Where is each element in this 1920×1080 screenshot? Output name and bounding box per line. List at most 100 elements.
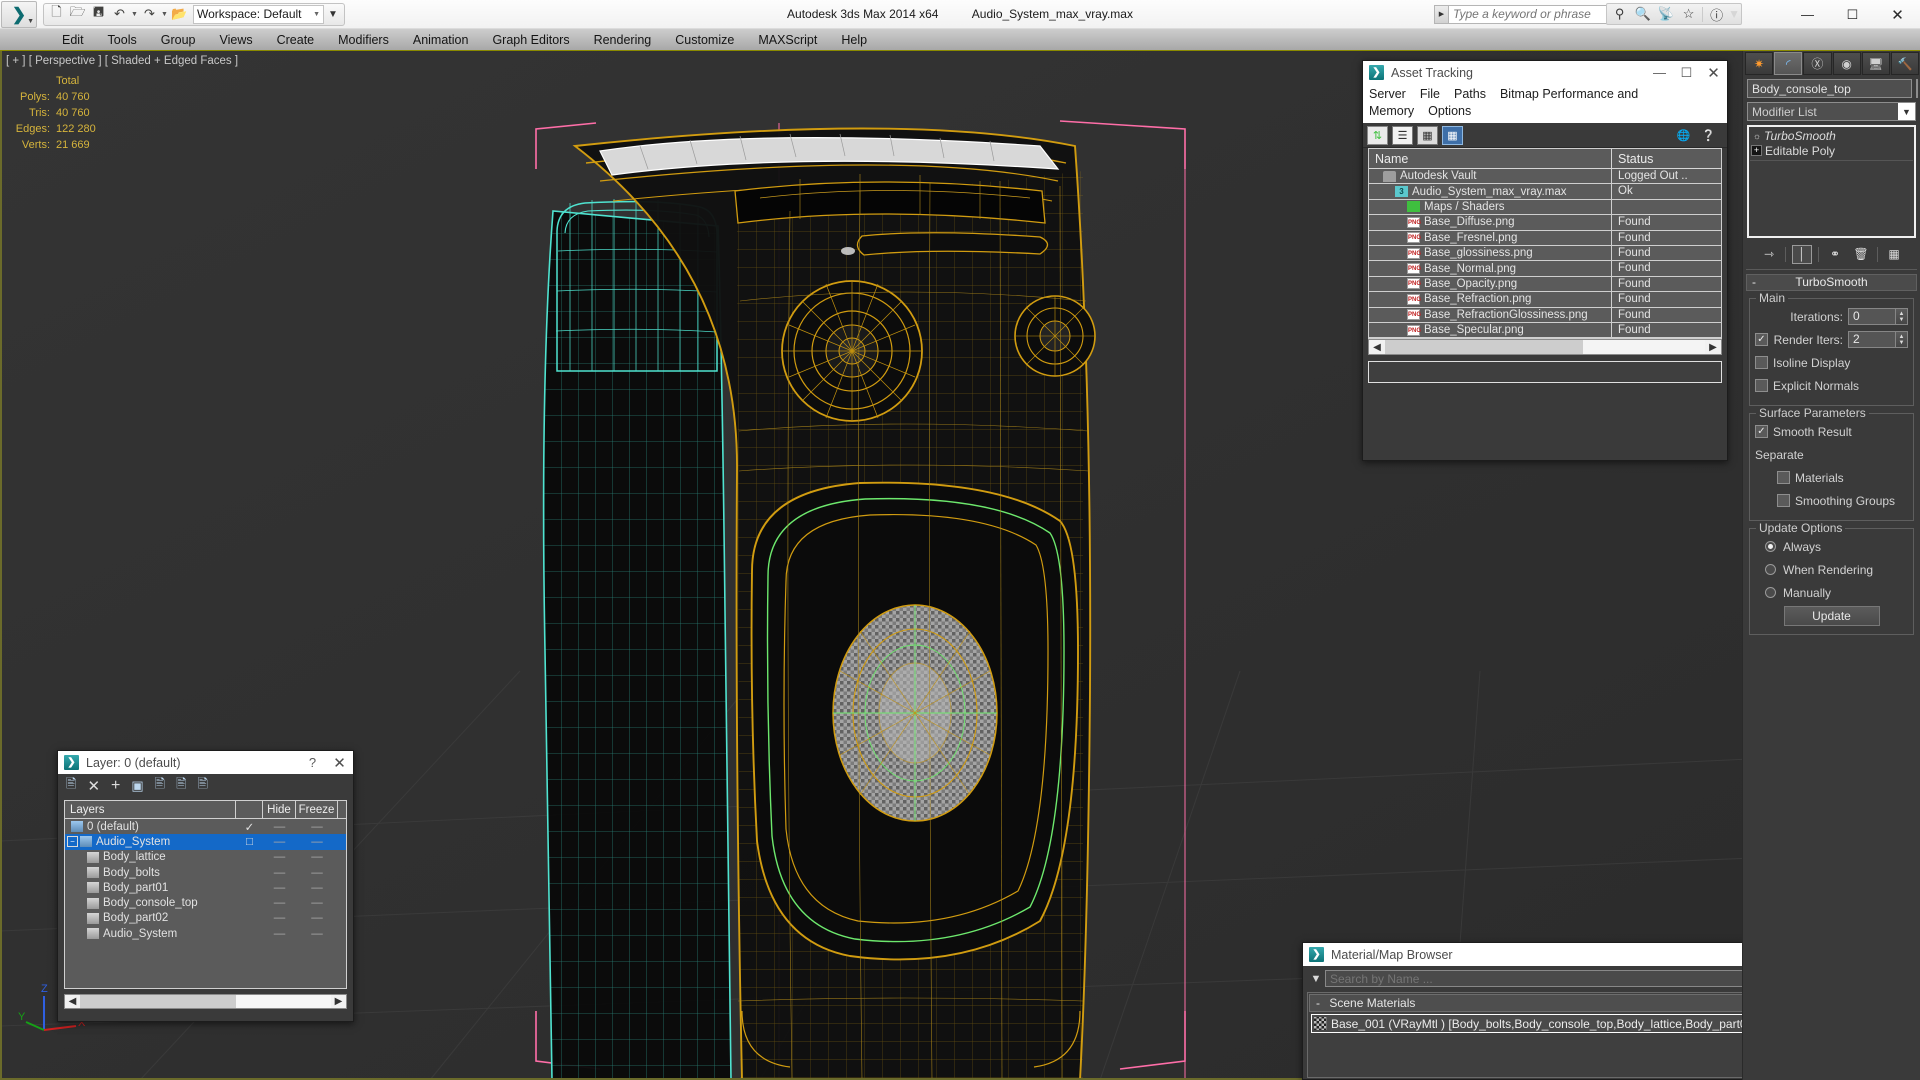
asset-menu-server[interactable]: Server (1369, 87, 1406, 101)
layer-row[interactable]: Audio_System — — (65, 926, 346, 941)
save-file-icon[interactable]: 🖪 (88, 4, 109, 24)
isoline-display-row[interactable]: Isoline Display (1755, 353, 1908, 372)
redo-dropdown-icon[interactable]: ▼ (160, 11, 169, 18)
always-radio[interactable] (1765, 541, 1776, 552)
materials-checkbox[interactable] (1777, 471, 1790, 484)
open-file-icon[interactable]: 🗁 (67, 4, 88, 24)
layer-freeze-toggle[interactable]: — (296, 882, 338, 894)
rollup-collapse-icon[interactable]: - (1752, 275, 1756, 290)
layer-freeze-toggle[interactable]: — (296, 912, 338, 924)
asset-row[interactable]: 3 Audio_System_max_vray.max Ok (1369, 184, 1721, 200)
search-dropdown-icon[interactable]: ▶ (1434, 4, 1448, 24)
layer-row[interactable]: Body_console_top — — (65, 895, 346, 910)
modifier-list-dropdown[interactable]: Modifier List ▼ (1747, 102, 1916, 121)
delete-layer-icon[interactable]: ✕ (87, 777, 100, 795)
layer-properties-icon[interactable]: 🖹 (198, 775, 208, 797)
asset-menu-options[interactable]: Options (1428, 104, 1471, 118)
modifier-stack-item-turbosmooth[interactable]: ☼ TurboSmooth (1750, 128, 1913, 143)
layer-hide-toggle[interactable]: — (263, 928, 296, 940)
asset-maximize-button[interactable]: ☐ (1673, 65, 1700, 81)
project-folder-icon[interactable]: 📂 (169, 4, 190, 24)
menu-item-create[interactable]: Create (265, 29, 327, 51)
make-unique-icon[interactable]: ⚭ (1825, 245, 1845, 264)
layer-row[interactable]: Body_lattice — — (65, 850, 346, 865)
layer-current-toggle[interactable]: □ (236, 836, 263, 848)
add-selection-icon[interactable]: + (111, 777, 120, 795)
layer-freeze-toggle[interactable]: — (296, 928, 338, 940)
menu-item-rendering[interactable]: Rendering (582, 29, 664, 51)
asset-minimize-button[interactable]: — (1646, 65, 1673, 80)
light-bulb-icon[interactable]: ☼ (1750, 131, 1764, 141)
modify-tab[interactable]: ◜ (1774, 52, 1803, 75)
configure-modifier-sets-icon[interactable]: ▦ (1884, 245, 1904, 264)
asset-row[interactable]: Maps / Shaders (1369, 199, 1721, 216)
menu-item-tools[interactable]: Tools (96, 29, 149, 51)
motion-tab[interactable]: ◉ (1832, 52, 1861, 75)
select-objects-in-layer-icon[interactable]: ▣ (131, 778, 143, 794)
spinner-arrows-icon[interactable]: ▲ ▼ (1896, 308, 1908, 325)
scroll-left-icon[interactable]: ◀ (1369, 342, 1385, 353)
iterations-spinner[interactable]: 0 ▲ ▼ (1848, 308, 1908, 325)
magnifier-icon[interactable]: 🔍 (1631, 5, 1654, 24)
asset-row[interactable]: PNG Base_Diffuse.png Found (1369, 215, 1721, 231)
always-radio-row[interactable]: Always (1755, 537, 1908, 556)
menu-item-graph-editors[interactable]: Graph Editors (480, 29, 581, 51)
close-button[interactable]: ✕ (1875, 0, 1920, 29)
redo-icon[interactable]: ↷ (139, 4, 160, 24)
rollup-header[interactable]: - TurboSmooth (1746, 274, 1917, 291)
asset-row[interactable]: PNG Base_RefractionGlossiness.png Found (1369, 307, 1721, 323)
column-header-status[interactable]: Status (1612, 149, 1721, 168)
layer-list-table[interactable]: Layers Hide Freeze 0 (default) ✓ — — − Audio_… (64, 800, 347, 989)
smoothing-groups-checkbox[interactable] (1777, 494, 1790, 507)
scroll-track[interactable] (1385, 340, 1705, 355)
help-icon[interactable]: ⓘ (1705, 5, 1728, 24)
menu-item-animation[interactable]: Animation (401, 29, 481, 51)
scroll-thumb[interactable] (80, 995, 236, 1008)
refresh-icon[interactable]: ⇅ (1367, 125, 1388, 145)
render-iters-spinner[interactable]: 2 ▲ ▼ (1848, 331, 1908, 348)
modifier-stack[interactable]: ☼ TurboSmooth + Editable Poly (1747, 125, 1916, 238)
asset-row[interactable]: Autodesk Vault Logged Out .. (1369, 169, 1721, 185)
asset-close-button[interactable]: ✕ (1700, 64, 1727, 82)
smoothing-groups-row[interactable]: Smoothing Groups (1755, 491, 1908, 510)
asset-tracking-table[interactable]: Name Status Autodesk Vault Logged Out .. 3… (1368, 148, 1722, 340)
list-view-icon[interactable]: ☰ (1392, 125, 1413, 145)
asset-menu-paths[interactable]: Paths (1454, 87, 1486, 101)
layer-freeze-toggle[interactable]: — (296, 821, 338, 833)
when-rendering-radio-row[interactable]: When Rendering (1755, 560, 1908, 579)
chevron-down-icon[interactable]: ▼ (1898, 103, 1915, 120)
app-logo-button[interactable]: ❯ ▼ (1, 0, 37, 28)
object-name-input[interactable] (1747, 79, 1912, 98)
grid-view-icon[interactable]: ▦ (1442, 125, 1463, 145)
column-header-hide[interactable]: Hide (263, 801, 296, 818)
render-iters-checkbox[interactable]: ✓ (1755, 333, 1768, 346)
menu-item-help[interactable]: Help (829, 29, 879, 51)
layer-current-toggle[interactable]: ✓ (236, 820, 263, 834)
minimize-button[interactable]: — (1785, 0, 1830, 29)
isoline-display-checkbox[interactable] (1755, 356, 1768, 369)
layer-row[interactable]: Body_part02 — — (65, 911, 346, 926)
layer-manager-window[interactable]: ❯ Layer: 0 (default) ? ✕ 🖹 ✕ + ▣ 🖹 🖹 🖹 L… (57, 750, 354, 1022)
utilities-tab[interactable]: 🔨 (1890, 52, 1920, 75)
expand-icon[interactable]: + (1751, 145, 1762, 156)
layer-hide-toggle[interactable]: — (263, 851, 296, 863)
column-header-freeze[interactable]: Freeze (296, 801, 338, 818)
asset-row[interactable]: PNG Base_Opacity.png Found (1369, 276, 1721, 293)
filter-dropdown-icon[interactable]: ▼ (1307, 973, 1325, 985)
smooth-result-row[interactable]: ✓ Smooth Result (1755, 422, 1908, 441)
detail-view-icon[interactable]: ▦ (1417, 125, 1438, 145)
pin-stack-icon[interactable]: ⇾ (1759, 245, 1779, 264)
workspace-selector[interactable]: Workspace: Default ▼ (193, 4, 324, 24)
asset-row[interactable]: PNG Base_Refraction.png Found (1369, 292, 1721, 308)
search-input[interactable] (1448, 4, 1626, 24)
favorites-star-icon[interactable]: ☆ (1677, 5, 1700, 24)
explicit-normals-checkbox[interactable] (1755, 379, 1768, 392)
group-collapse-icon[interactable]: - (1316, 996, 1320, 1010)
scroll-right-icon[interactable]: ▶ (1705, 342, 1721, 353)
hierarchy-tab[interactable]: Ⓧ (1803, 52, 1832, 75)
layer-row[interactable]: Body_part01 — — (65, 880, 346, 895)
asset-menu-file[interactable]: File (1420, 87, 1440, 101)
manually-radio-row[interactable]: Manually (1755, 583, 1908, 602)
layer-help-button[interactable]: ? (299, 755, 326, 770)
iterations-value[interactable]: 0 (1848, 308, 1896, 325)
